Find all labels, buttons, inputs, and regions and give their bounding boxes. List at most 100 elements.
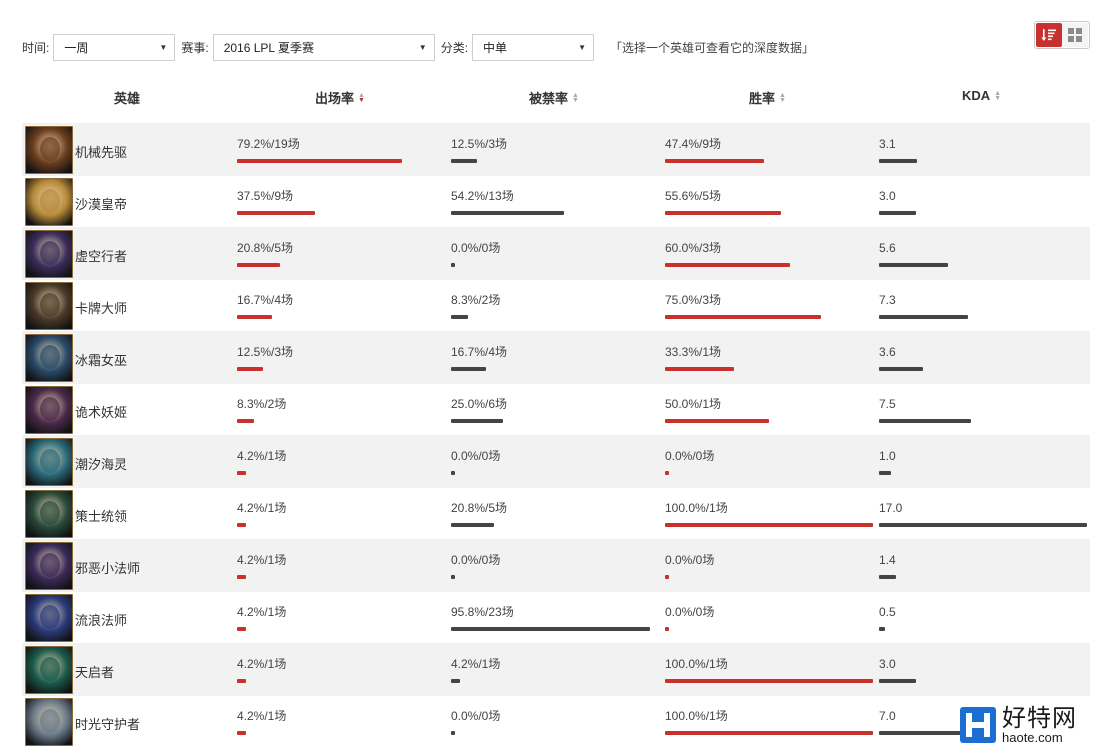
win-rate-value: 50.0%/1场 bbox=[665, 397, 722, 411]
kda-value: 3.1 bbox=[879, 137, 896, 151]
pick-rate-cell: 12.5%/3场 bbox=[237, 344, 447, 372]
hero-avatar[interactable] bbox=[25, 438, 73, 486]
kda-bar bbox=[879, 419, 971, 423]
column-header-ban[interactable]: 被禁率 ▲ ▼ bbox=[529, 88, 579, 107]
win-rate-bar bbox=[665, 263, 790, 267]
pick-rate-cell: 16.7%/4场 bbox=[237, 292, 447, 320]
ban-rate-cell: 16.7%/4场 bbox=[451, 344, 661, 372]
kda-cell: 5.6 bbox=[879, 240, 1089, 268]
pick-rate-cell: 4.2%/1场 bbox=[237, 656, 447, 684]
table-row[interactable]: 天启者 4.2%/1场 4.2%/1场 100.0%/1场 3.0 bbox=[22, 643, 1090, 695]
hero-name[interactable]: 虚空行者 bbox=[75, 246, 127, 265]
hero-name[interactable]: 时光守护者 bbox=[75, 714, 140, 733]
kda-bar bbox=[879, 367, 923, 371]
ban-rate-cell: 25.0%/6场 bbox=[451, 396, 661, 424]
pick-rate-bar bbox=[237, 211, 315, 215]
win-rate-value: 47.4%/9场 bbox=[665, 137, 722, 151]
pick-rate-bar bbox=[237, 627, 246, 631]
kda-bar bbox=[879, 263, 948, 267]
hero-avatar[interactable] bbox=[25, 698, 73, 746]
table-row[interactable]: 诡术妖姬 8.3%/2场 25.0%/6场 50.0%/1场 7.5 bbox=[22, 383, 1090, 435]
chevron-down-icon: ▼ bbox=[159, 42, 168, 52]
pick-rate-value: 4.2%/1场 bbox=[237, 501, 287, 515]
table-row[interactable]: 时光守护者 4.2%/1场 0.0%/0场 100.0%/1场 7.0 bbox=[22, 695, 1090, 747]
kda-cell: 3.0 bbox=[879, 656, 1089, 684]
hero-name[interactable]: 诡术妖姬 bbox=[75, 402, 127, 421]
kda-value: 1.4 bbox=[879, 553, 896, 567]
hero-avatar[interactable] bbox=[25, 282, 73, 330]
hero-avatar[interactable] bbox=[25, 490, 73, 538]
hero-table-body: 机械先驱 79.2%/19场 12.5%/3场 47.4%/9场 3.1 沙漠皇帝 37.5… bbox=[22, 123, 1090, 747]
table-header: 英雄 出场率 ▲ ▼ 被禁率 ▲ ▼ 胜率 ▲ ▼ KDA ▲ ▼ bbox=[22, 84, 1090, 110]
table-row[interactable]: 机械先驱 79.2%/19场 12.5%/3场 47.4%/9场 3.1 bbox=[22, 123, 1090, 175]
event-filter-label: 赛事: bbox=[181, 40, 209, 55]
hero-avatar[interactable] bbox=[25, 126, 73, 174]
pick-rate-bar bbox=[237, 575, 246, 579]
category-select[interactable]: 中单 ▼ bbox=[472, 33, 595, 61]
grid-view-button[interactable] bbox=[1062, 23, 1088, 47]
sort-desc-icon: ▲ ▼ bbox=[358, 91, 365, 104]
ban-rate-bar bbox=[451, 367, 486, 371]
list-view-button[interactable] bbox=[1036, 23, 1062, 47]
column-header-kda[interactable]: KDA ▲ ▼ bbox=[962, 88, 1001, 103]
win-rate-value: 100.0%/1场 bbox=[665, 709, 728, 723]
column-header-hero: 英雄 bbox=[114, 88, 140, 107]
pick-rate-bar bbox=[237, 419, 254, 423]
column-header-win[interactable]: 胜率 ▲ ▼ bbox=[749, 88, 786, 107]
hero-name[interactable]: 机械先驱 bbox=[75, 142, 127, 161]
table-row[interactable]: 潮汐海灵 4.2%/1场 0.0%/0场 0.0%/0场 1.0 bbox=[22, 435, 1090, 487]
time-select[interactable]: 一周 ▼ bbox=[53, 33, 176, 61]
column-header-pick[interactable]: 出场率 ▲ ▼ bbox=[315, 88, 365, 107]
pick-rate-bar bbox=[237, 731, 246, 735]
table-row[interactable]: 策士统领 4.2%/1场 20.8%/5场 100.0%/1场 17.0 bbox=[22, 487, 1090, 539]
kda-bar bbox=[879, 211, 916, 215]
win-rate-cell: 47.4%/9场 bbox=[665, 136, 875, 164]
kda-value: 3.6 bbox=[879, 345, 896, 359]
win-rate-value: 100.0%/1场 bbox=[665, 657, 728, 671]
hero-name[interactable]: 卡牌大师 bbox=[75, 298, 127, 317]
ban-rate-value: 25.0%/6场 bbox=[451, 397, 508, 411]
table-row[interactable]: 沙漠皇帝 37.5%/9场 54.2%/13场 55.6%/5场 3.0 bbox=[22, 175, 1090, 227]
kda-bar bbox=[879, 523, 1087, 527]
column-header-ban-label: 被禁率 bbox=[529, 91, 569, 106]
hero-name[interactable]: 邪恶小法师 bbox=[75, 558, 140, 577]
pick-rate-bar bbox=[237, 263, 280, 267]
hero-name[interactable]: 冰霜女巫 bbox=[75, 350, 127, 369]
hero-avatar[interactable] bbox=[25, 334, 73, 382]
win-rate-value: 0.0%/0场 bbox=[665, 605, 715, 619]
list-sort-icon bbox=[1041, 29, 1056, 41]
hero-avatar[interactable] bbox=[25, 594, 73, 642]
haote-logo-icon bbox=[960, 707, 996, 743]
win-rate-bar bbox=[665, 211, 781, 215]
table-row[interactable]: 邪恶小法师 4.2%/1场 0.0%/0场 0.0%/0场 1.4 bbox=[22, 539, 1090, 591]
table-row[interactable]: 虚空行者 20.8%/5场 0.0%/0场 60.0%/3场 5.6 bbox=[22, 227, 1090, 279]
ban-rate-bar bbox=[451, 263, 455, 267]
win-rate-value: 100.0%/1场 bbox=[665, 501, 728, 515]
sort-icon: ▲ ▼ bbox=[572, 91, 579, 104]
hero-avatar[interactable] bbox=[25, 178, 73, 226]
event-select[interactable]: 2016 LPL 夏季赛 ▼ bbox=[212, 33, 435, 61]
hero-avatar[interactable] bbox=[25, 230, 73, 278]
hero-name[interactable]: 沙漠皇帝 bbox=[75, 194, 127, 213]
hero-avatar[interactable] bbox=[25, 542, 73, 590]
table-row[interactable]: 卡牌大师 16.7%/4场 8.3%/2场 75.0%/3场 7.3 bbox=[22, 279, 1090, 331]
table-row[interactable]: 流浪法师 4.2%/1场 95.8%/23场 0.0%/0场 0.5 bbox=[22, 591, 1090, 643]
win-rate-value: 55.6%/5场 bbox=[665, 189, 722, 203]
hero-name[interactable]: 策士统领 bbox=[75, 506, 127, 525]
hero-name[interactable]: 天启者 bbox=[75, 662, 114, 681]
hero-avatar[interactable] bbox=[25, 646, 73, 694]
kda-bar bbox=[879, 159, 917, 163]
hero-avatar[interactable] bbox=[25, 386, 73, 434]
ban-rate-value: 4.2%/1场 bbox=[451, 657, 501, 671]
win-rate-bar bbox=[665, 731, 873, 735]
kda-value: 17.0 bbox=[879, 501, 903, 515]
ban-rate-bar bbox=[451, 523, 494, 527]
win-rate-bar bbox=[665, 575, 669, 579]
category-select-value: 中单 bbox=[483, 40, 508, 55]
table-row[interactable]: 冰霜女巫 12.5%/3场 16.7%/4场 33.3%/1场 3.6 bbox=[22, 331, 1090, 383]
hero-name[interactable]: 流浪法师 bbox=[75, 610, 127, 629]
column-header-pick-label: 出场率 bbox=[315, 91, 355, 106]
chevron-down-icon: ▼ bbox=[418, 42, 427, 52]
kda-bar bbox=[879, 315, 968, 319]
hero-name[interactable]: 潮汐海灵 bbox=[75, 454, 127, 473]
